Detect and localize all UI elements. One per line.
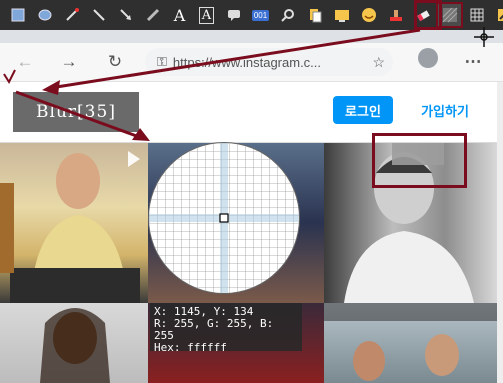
color-picker-info: X: 1145, Y: 134 R: 255, G: 255, B: 255 H… [150, 303, 302, 354]
arrow-to-logo [49, 28, 421, 90]
picker-rgb: R: 255, G: 255, B: 255 [154, 317, 274, 342]
checkmark-icon [3, 69, 16, 85]
arrow-head-logo [42, 80, 60, 95]
color-picker-magnifier [148, 142, 300, 294]
crosshair-cursor-icon [474, 27, 494, 47]
picker-hex: Hex: ffffff [154, 341, 227, 354]
magnifier-grid [149, 143, 299, 293]
arrow-to-grid [15, 90, 143, 140]
